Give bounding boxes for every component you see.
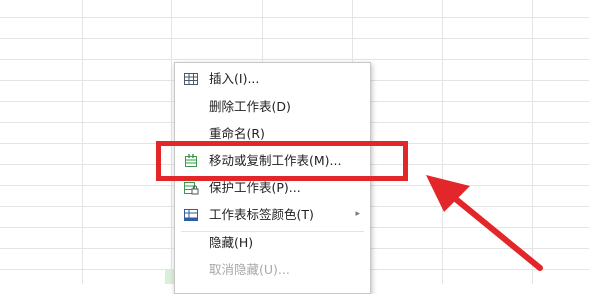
submenu-arrow-icon: ▸	[355, 209, 360, 219]
menu-item-hide[interactable]: 隐藏(H)	[175, 229, 370, 257]
menu-item-delete-sheet-label: 删除工作表(D)	[209, 99, 291, 114]
tab-color-icon	[183, 207, 199, 223]
menu-item-unhide: 取消隐藏(U)...	[175, 256, 370, 284]
menu-item-delete-sheet[interactable]: 删除工作表(D)	[175, 93, 370, 121]
menu-item-insert-label: 插入(I)...	[209, 71, 260, 86]
protect-sheet-icon	[183, 180, 199, 196]
menu-item-hide-label: 隐藏(H)	[209, 235, 254, 250]
menu-item-tab-color[interactable]: 工作表标签颜色(T) ▸	[175, 201, 370, 229]
menu-item-protect-sheet-label: 保护工作表(P)...	[209, 180, 301, 195]
menu-item-insert[interactable]: 插入(I)...	[175, 65, 370, 93]
insert-table-icon	[183, 71, 199, 87]
red-highlight-box	[156, 141, 408, 181]
menu-item-tab-color-label: 工作表标签颜色(T)	[209, 207, 314, 222]
menu-item-rename-label: 重命名(R)	[209, 126, 265, 141]
menu-item-unhide-label: 取消隐藏(U)...	[209, 262, 290, 277]
